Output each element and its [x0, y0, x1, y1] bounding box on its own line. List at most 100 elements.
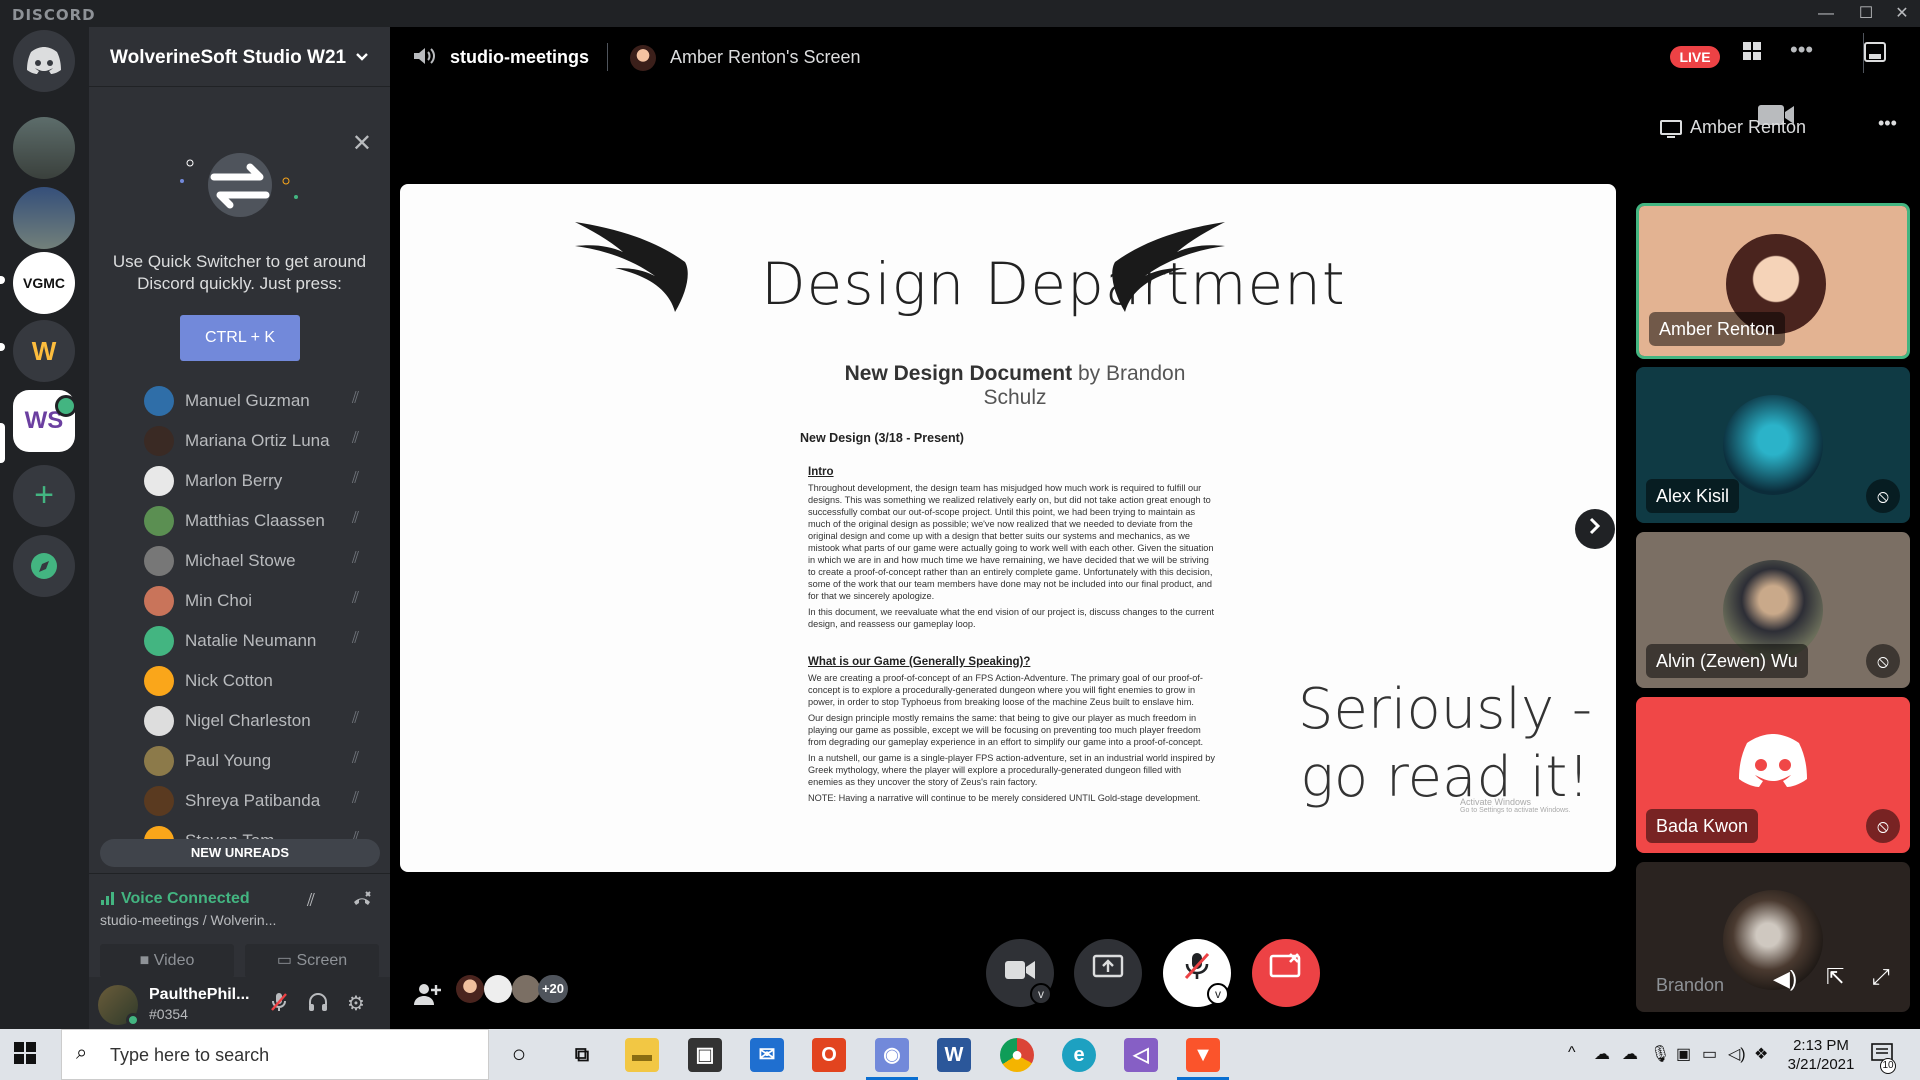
file-explorer-icon[interactable]: ▬: [625, 1038, 659, 1072]
cortana-icon[interactable]: ○: [502, 1038, 536, 1072]
discord-taskbar-icon[interactable]: ◉: [875, 1038, 909, 1072]
chat-toggle-icon[interactable]: [1863, 41, 1887, 69]
participant-tile-bada[interactable]: Bada Kwon ⦸: [1636, 697, 1910, 853]
explore-servers-button[interactable]: [13, 535, 75, 597]
new-unreads-button[interactable]: NEW UNREADS: [100, 839, 380, 867]
participant-tile-alex[interactable]: Alex Kisil ⦸: [1636, 367, 1910, 523]
extra-participants-count[interactable]: +20: [538, 975, 568, 1003]
maximize-button[interactable]: ☐: [1848, 2, 1884, 26]
server-icon-1[interactable]: [13, 117, 75, 179]
chrome-icon[interactable]: ●: [1000, 1038, 1034, 1072]
member-name: Mariana Ortiz Luna: [185, 431, 330, 450]
office-icon[interactable]: O: [812, 1038, 846, 1072]
taskbar-search-box[interactable]: ⌕ Type here to search: [61, 1029, 489, 1080]
edge-icon[interactable]: e: [1062, 1038, 1096, 1072]
voice-member[interactable]: Michael Stowe ⫽: [144, 545, 374, 577]
signal-icon: [100, 890, 116, 911]
windows-start-icon[interactable]: [14, 1042, 36, 1071]
noise-suppression-icon[interactable]: ⫽: [307, 890, 315, 911]
word-icon[interactable]: W: [937, 1038, 971, 1072]
switch-arrows-icon: [180, 153, 298, 217]
discord-home-button[interactable]: [13, 30, 75, 92]
store-icon[interactable]: ▣: [688, 1038, 722, 1072]
gear-icon[interactable]: ⚙: [347, 991, 365, 1016]
fullscreen-icon[interactable]: ⤢: [1872, 964, 1890, 990]
voice-member[interactable]: Manuel Guzman ⫽: [144, 385, 374, 417]
headphones-icon[interactable]: [307, 991, 329, 1019]
chevron-down-icon[interactable]: v: [1030, 983, 1052, 1005]
more-options-icon[interactable]: •••: [1790, 37, 1813, 63]
participant-tile-amber[interactable]: Amber Renton: [1636, 203, 1910, 359]
screen-share-view[interactable]: Design Department New Design Document by…: [400, 184, 1616, 872]
close-icon[interactable]: ✕: [352, 129, 372, 158]
participant-tile-alvin[interactable]: Alvin (Zewen) Wu ⦸: [1636, 532, 1910, 688]
mic-muted-icon[interactable]: [269, 991, 289, 1019]
popout-icon[interactable]: ⇱: [1826, 964, 1844, 990]
voice-member[interactable]: Mariana Ortiz Luna ⫽: [144, 425, 374, 457]
visual-studio-icon[interactable]: ◁: [1124, 1038, 1158, 1072]
watermark-line-2: Go to Settings to activate Windows.: [1460, 807, 1571, 814]
unmute-button[interactable]: v: [1163, 939, 1231, 1007]
toggle-camera-button[interactable]: v: [986, 939, 1054, 1007]
video-label: Video: [153, 952, 195, 969]
cloud-icon[interactable]: ☁: [1622, 1044, 1638, 1064]
brave-icon[interactable]: ▼: [1186, 1038, 1220, 1072]
share-screen-button[interactable]: [1074, 939, 1142, 1007]
volume-icon[interactable]: ◀): [1773, 966, 1797, 992]
doc-heading: New Design (3/18 - Present): [800, 431, 964, 445]
discord-wordmark: DISCORD: [12, 6, 96, 24]
grid-view-icon[interactable]: [1742, 41, 1762, 67]
voice-member[interactable]: Natalie Neumann ⫽: [144, 625, 374, 657]
voice-member[interactable]: Paul Young ⫽: [144, 745, 374, 777]
add-server-button[interactable]: +: [13, 465, 75, 527]
next-slide-button[interactable]: [1575, 509, 1615, 549]
avatar: [144, 466, 174, 496]
battery-icon[interactable]: ▭: [1702, 1044, 1717, 1064]
doc-note: NOTE: Having a narrative will continue t…: [808, 793, 1201, 803]
minimize-button[interactable]: —: [1808, 2, 1844, 26]
screen-stop-icon: [1269, 953, 1301, 978]
username[interactable]: PaulthePhil...: [149, 986, 249, 1004]
voice-channel-path[interactable]: studio-meetings / Wolverin...: [100, 912, 276, 928]
display-icon[interactable]: ▣: [1676, 1044, 1691, 1064]
stream-title: Amber Renton's Screen: [670, 47, 861, 67]
chevron-right-icon: [1589, 517, 1601, 535]
close-window-button[interactable]: ✕: [1884, 2, 1920, 26]
voice-member[interactable]: Matthias Claassen ⫽: [144, 505, 374, 537]
more-options-icon[interactable]: •••: [1878, 113, 1897, 134]
voice-connected-status[interactable]: Voice Connected: [121, 890, 250, 908]
volume-icon[interactable]: ◁): [1728, 1044, 1746, 1064]
participant-name: Alex Kisil: [1646, 479, 1740, 513]
voice-member[interactable]: Marlon Berry ⫽: [144, 465, 374, 497]
quick-switcher-text: Use Quick Switcher to get around Discord…: [112, 252, 367, 293]
discord-logo-icon: [27, 47, 61, 74]
participant-name: Bada Kwon: [1646, 809, 1759, 843]
voice-member[interactable]: Shreya Patibanda ⫽: [144, 785, 374, 817]
server-header[interactable]: WolverineSoft Studio W21: [89, 27, 390, 87]
task-view-icon[interactable]: ⧉: [565, 1038, 599, 1072]
screen-share-button[interactable]: ▭ Screen: [245, 944, 379, 978]
server-icon-vgmc[interactable]: VGMC: [13, 252, 75, 314]
voice-member[interactable]: Nick Cotton: [144, 665, 374, 697]
server-icon-ws[interactable]: W: [13, 320, 75, 382]
avatar: [1723, 395, 1823, 495]
chevron-up-icon[interactable]: ^: [1568, 1044, 1576, 1062]
video-button[interactable]: ■ Video: [100, 944, 234, 978]
participant-name: Alvin (Zewen) Wu: [1646, 644, 1808, 678]
onedrive-icon[interactable]: ☁: [1594, 1044, 1610, 1064]
chevron-down-icon[interactable]: v: [1207, 983, 1229, 1005]
microphone-icon[interactable]: 🎙: [1650, 1044, 1670, 1064]
voice-member[interactable]: Min Choi ⫽: [144, 585, 374, 617]
quick-switcher-shortcut-button[interactable]: CTRL + K: [180, 315, 300, 361]
doc-paragraph: Throughout development, the design team …: [808, 483, 1214, 601]
participant-tile-brandon[interactable]: Brandon ◀) ⇱ ⤢: [1636, 862, 1910, 1012]
invite-user-icon[interactable]: [412, 981, 442, 1012]
voice-member[interactable]: Nigel Charleston ⫽: [144, 705, 374, 737]
mail-icon[interactable]: ✉: [750, 1038, 784, 1072]
server-icon-2[interactable]: [13, 187, 75, 249]
mic-muted-icon: ⦸: [1866, 644, 1900, 678]
disconnect-icon[interactable]: [351, 890, 373, 915]
stop-stream-button[interactable]: [1252, 939, 1320, 1007]
taskbar-clock[interactable]: 2:13 PM 3/21/2021: [1766, 1036, 1876, 1074]
doc-section-intro: Intro: [808, 466, 834, 478]
